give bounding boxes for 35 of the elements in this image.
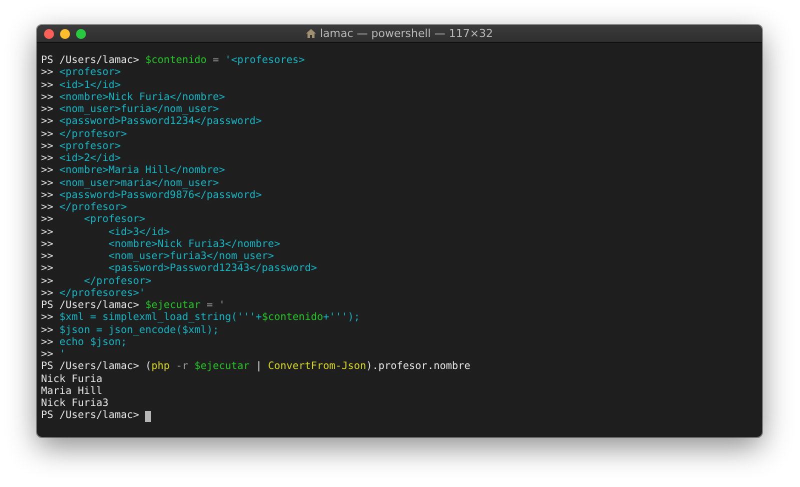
close-button[interactable] bbox=[44, 28, 54, 38]
terminal-line: >> <nombre>Maria Hill</nombre> bbox=[41, 165, 226, 178]
terminal-line: >> <password>Password1234</password> bbox=[41, 116, 262, 128]
terminal-line: >> <id>3</id> bbox=[41, 226, 170, 239]
terminal-line: >> <password>Password12343</password> bbox=[41, 263, 318, 276]
terminal-line: >> <profesor> bbox=[41, 140, 121, 153]
terminal-line: >> <nom_user>maria</nom_user> bbox=[41, 178, 219, 190]
minimize-button[interactable] bbox=[60, 28, 70, 38]
terminal-line: >> ' bbox=[41, 349, 66, 361]
terminal-line: >> echo $json; bbox=[41, 336, 127, 349]
terminal-line: Nick Furia bbox=[41, 374, 102, 386]
terminal-line: >> <nom_user>furia</nom_user> bbox=[41, 104, 219, 116]
terminal-line: >> </profesor> bbox=[41, 276, 152, 288]
terminal-line: Maria Hill bbox=[41, 386, 102, 398]
terminal-line: PS /Users/lamac> bbox=[41, 410, 140, 422]
home-icon bbox=[306, 29, 316, 38]
terminal-line: >> $json = json_encode($xml); bbox=[41, 324, 219, 337]
window-title: lamac — powershell — 117×32 bbox=[320, 27, 494, 40]
terminal-line: >> <nom_user>furia3</nom_user> bbox=[41, 251, 274, 263]
terminal-line: >> </profesor> bbox=[41, 128, 127, 141]
terminal-line: >> <id>1</id> bbox=[41, 80, 121, 92]
terminal-line: >> <password>Password9876</password> bbox=[41, 190, 262, 202]
terminal-line: >> </profesores>' bbox=[41, 288, 146, 300]
terminal-line: >> </profesor> bbox=[41, 202, 127, 214]
terminal-line: Nick Furia3 bbox=[41, 398, 108, 410]
terminal-line: >> <nombre>Nick Furia3</nombre> bbox=[41, 238, 280, 251]
terminal-line: PS /Users/lamac> $contenido = '<profesores> bbox=[41, 55, 305, 67]
zoom-button[interactable] bbox=[76, 28, 86, 38]
terminal-line: >> <id>2</id> bbox=[41, 153, 121, 165]
terminal-line: >> $xml = simplexml_load_string('''+$contenido+'''); bbox=[41, 312, 360, 324]
terminal-line: >> <nombre>Nick Furia</nombre> bbox=[41, 92, 226, 104]
terminal-line: >> <profesor> bbox=[41, 214, 146, 226]
terminal-line: PS /Users/lamac> (php -r $ejecutar | ConvertFrom-Json).profesor.nombre bbox=[41, 361, 470, 374]
terminal-line: >> <profesor> bbox=[41, 67, 121, 80]
terminal-line: PS /Users/lamac> $ejecutar = ' bbox=[41, 300, 226, 312]
